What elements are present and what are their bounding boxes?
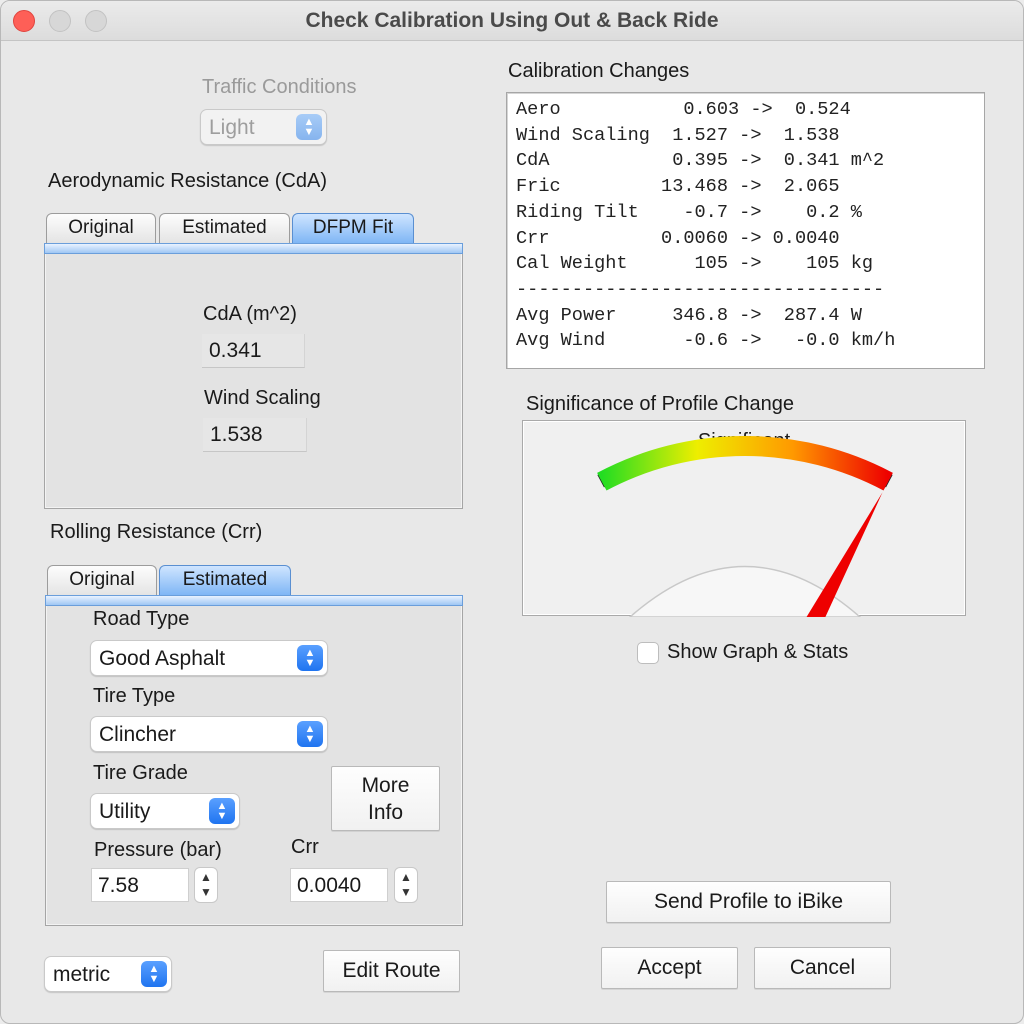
tab-aero-estimated[interactable]: Estimated — [159, 213, 290, 243]
chevron-up-down-icon: ▲ ▼ — [209, 798, 235, 824]
calibration-line: Fric 13.468 -> 2.065 — [516, 176, 840, 198]
accept-button[interactable]: Accept — [601, 947, 738, 989]
send-profile-button[interactable]: Send Profile to iBike — [606, 881, 891, 923]
units-select[interactable]: metric ▲ ▼ — [44, 956, 172, 992]
calibration-line: Wind Scaling 1.527 -> 1.538 — [516, 124, 840, 146]
tab-panel-divider — [45, 595, 463, 606]
chevron-down-icon[interactable]: ▼ — [400, 885, 412, 899]
pressure-label: Pressure (bar) — [94, 839, 222, 861]
window-title: Check Calibration Using Out & Back Ride — [305, 9, 719, 32]
crr-input[interactable]: 0.0040 — [290, 868, 388, 902]
traffic-conditions-label: Traffic Conditions — [202, 76, 357, 98]
crr-stepper[interactable]: ▲ ▼ — [394, 867, 418, 903]
calibration-line: Avg Wind -0.6 -> -0.0 km/h — [516, 330, 896, 352]
cda-value-field: 0.341 — [202, 334, 305, 368]
tab-rolling-original[interactable]: Original — [47, 565, 157, 595]
wind-scaling-value-field: 1.538 — [203, 418, 307, 452]
more-info-button[interactable]: More Info — [331, 766, 440, 831]
chevron-up-icon[interactable]: ▲ — [400, 870, 412, 884]
tab-aero-dfpm-fit[interactable]: DFPM Fit — [292, 213, 414, 243]
calibration-line: Cal Weight 105 -> 105 kg — [516, 253, 874, 275]
rolling-tabs: Original Estimated — [47, 565, 467, 595]
gauge-arc — [597, 436, 893, 491]
crr-label: Crr — [291, 836, 319, 858]
tire-grade-label: Tire Grade — [93, 762, 188, 784]
chevron-up-icon[interactable]: ▲ — [200, 870, 212, 884]
pressure-stepper[interactable]: ▲ ▼ — [194, 867, 218, 903]
aero-tab-panel — [44, 243, 463, 509]
title-bar: Check Calibration Using Out & Back Ride — [1, 1, 1023, 41]
significance-heading: Significance of Profile Change — [526, 393, 794, 415]
tire-type-label: Tire Type — [93, 685, 176, 707]
road-type-value: Good Asphalt — [99, 647, 226, 670]
significance-gauge — [597, 436, 893, 617]
cda-label: CdA (m^2) — [203, 303, 297, 325]
more-info-line2: Info — [367, 801, 404, 824]
calibration-line: --------------------------------- — [516, 278, 885, 300]
tire-grade-select[interactable]: Utility ▲ ▼ — [90, 793, 240, 829]
road-type-select[interactable]: Good Asphalt ▲ ▼ — [90, 640, 328, 676]
aero-tabs: Original Estimated DFPM Fit — [46, 213, 466, 243]
cancel-button[interactable]: Cancel — [754, 947, 891, 989]
tab-rolling-estimated[interactable]: Estimated — [159, 565, 291, 595]
chevron-up-down-icon: ▲ ▼ — [141, 961, 167, 987]
aero-heading: Aerodynamic Resistance (CdA) — [48, 170, 327, 192]
units-value: metric — [53, 963, 111, 986]
more-info-line1: More — [361, 774, 410, 797]
significance-gauge-panel: Significant — [522, 420, 966, 617]
tab-aero-original[interactable]: Original — [46, 213, 156, 243]
chevron-down-icon[interactable]: ▼ — [200, 885, 212, 899]
edit-route-button[interactable]: Edit Route — [323, 950, 460, 992]
chevron-up-down-icon: ▲ ▼ — [297, 721, 323, 747]
tire-type-select[interactable]: Clincher ▲ ▼ — [90, 716, 328, 752]
calibration-line: Riding Tilt -0.7 -> 0.2 % — [516, 201, 862, 223]
wind-scaling-label: Wind Scaling — [204, 387, 321, 409]
pressure-input[interactable]: 7.58 — [91, 868, 189, 902]
road-type-label: Road Type — [93, 608, 190, 630]
calibration-line: CdA 0.395 -> 0.341 m^2 — [516, 150, 885, 172]
show-graph-checkbox[interactable] — [637, 642, 659, 664]
tire-grade-value: Utility — [99, 800, 151, 823]
traffic-conditions-value: Light — [209, 116, 255, 139]
calibration-heading: Calibration Changes — [508, 60, 690, 82]
rolling-heading: Rolling Resistance (Crr) — [50, 521, 263, 543]
tab-panel-divider — [44, 243, 463, 254]
calibration-changes-text: Aero 0.603 -> 0.524 Wind Scaling 1.527 ->… — [506, 92, 985, 369]
traffic-conditions-select[interactable]: Light ▲ ▼ — [200, 109, 327, 145]
calibration-line: Crr 0.0060 -> 0.0040 — [516, 227, 840, 249]
calibration-line: Aero 0.603 -> 0.524 — [516, 99, 851, 120]
calibration-line: Avg Power 346.8 -> 287.4 W — [516, 304, 862, 326]
chevron-up-down-icon: ▲ ▼ — [296, 114, 322, 140]
show-graph-label: Show Graph & Stats — [667, 641, 849, 663]
tire-type-value: Clincher — [99, 723, 177, 746]
chevron-up-down-icon: ▲ ▼ — [297, 645, 323, 671]
calibration-window: Check Calibration Using Out & Back Ride … — [0, 0, 1024, 1024]
